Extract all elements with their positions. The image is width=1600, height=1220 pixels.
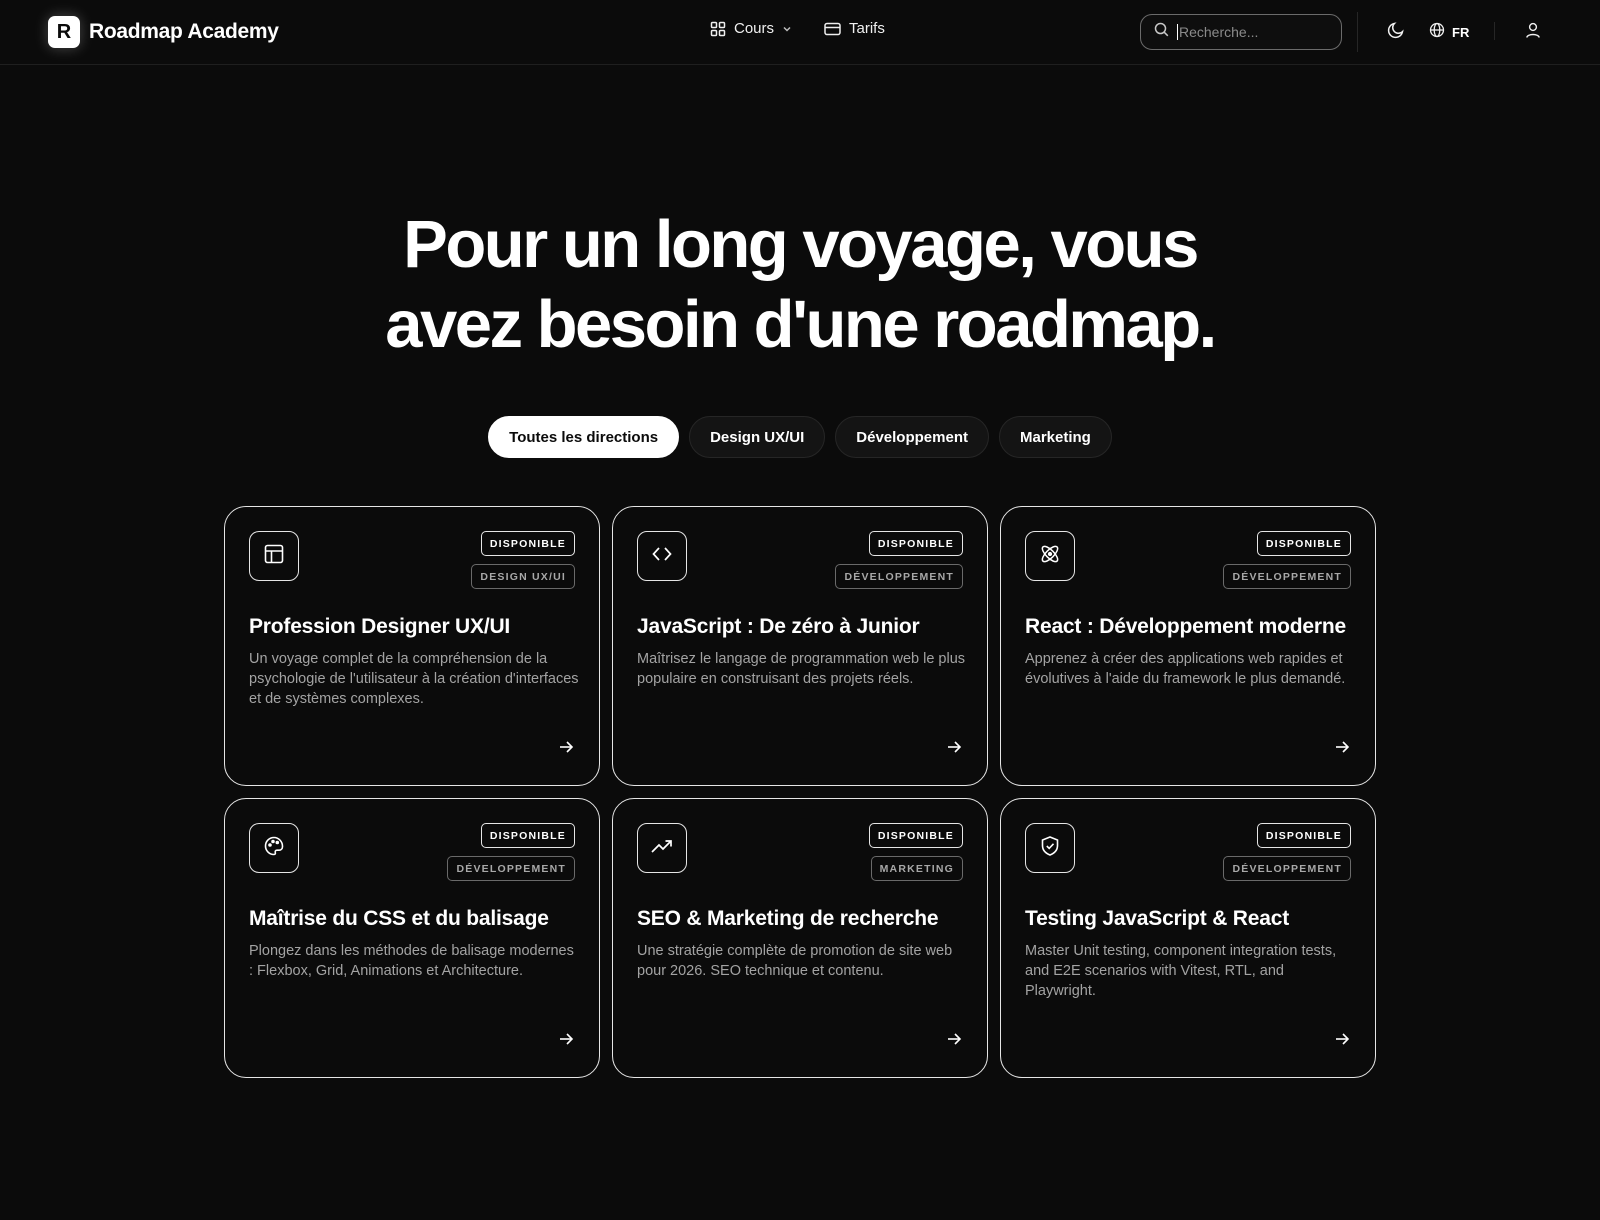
status-badge: DISPONIBLE bbox=[1256, 823, 1351, 848]
course-title: SEO & Marketing de recherche bbox=[637, 907, 939, 930]
course-description: Une stratégie complète de promotion de s… bbox=[637, 943, 953, 979]
hero-title: Pour un long voyage, vous avez besoin d'… bbox=[0, 205, 1600, 365]
course-badges: DISPONIBLE DÉVELOPPEMENT bbox=[1223, 823, 1351, 881]
hero-title-line-2: avez besoin d'une roadmap. bbox=[385, 287, 1217, 362]
top-header: R Roadmap Academy Cours Tarifs Recherche… bbox=[0, 0, 1600, 65]
credit-card-icon bbox=[824, 22, 841, 36]
category-badge: MARKETING bbox=[870, 856, 963, 881]
course-description: Apprenez à créer des applications web ra… bbox=[1025, 651, 1346, 687]
brand-name: Roadmap Academy bbox=[89, 20, 279, 43]
course-title: JavaScript : De zéro à Junior bbox=[637, 615, 920, 638]
code-icon bbox=[651, 543, 673, 570]
course-icon-box bbox=[1025, 823, 1075, 873]
language-label: FR bbox=[1452, 24, 1470, 40]
course-icon-box bbox=[249, 823, 299, 873]
arrow-right-icon[interactable] bbox=[557, 738, 575, 761]
course-title: Profession Designer UX/UI bbox=[249, 615, 511, 638]
header-divider-small bbox=[1494, 22, 1495, 40]
search-icon bbox=[1154, 22, 1169, 42]
direction-filters: Toutes les directions Design UX/UI Dével… bbox=[0, 416, 1600, 458]
layout-icon bbox=[263, 543, 285, 570]
shield-check-icon bbox=[1039, 835, 1061, 862]
course-badges: DISPONIBLE DÉVELOPPEMENT bbox=[1223, 531, 1351, 589]
course-badges: DISPONIBLE DÉVELOPPEMENT bbox=[835, 531, 963, 589]
header-divider bbox=[1357, 12, 1358, 52]
arrow-right-icon[interactable] bbox=[945, 738, 963, 761]
category-badge: DESIGN UX/UI bbox=[471, 564, 575, 589]
palette-icon bbox=[263, 835, 285, 862]
filter-marketing[interactable]: Marketing bbox=[998, 416, 1112, 458]
course-title: Maîtrise du CSS et du balisage bbox=[249, 907, 549, 930]
arrow-right-icon[interactable] bbox=[557, 1030, 575, 1053]
nav-courses-menu[interactable]: Cours bbox=[710, 20, 792, 37]
category-badge: DÉVELOPPEMENT bbox=[1223, 564, 1351, 589]
arrow-right-icon[interactable] bbox=[1333, 738, 1351, 761]
theme-toggle-button[interactable] bbox=[1384, 20, 1408, 44]
filter-design[interactable]: Design UX/UI bbox=[689, 416, 826, 458]
atom-icon bbox=[1038, 542, 1062, 571]
course-card[interactable]: DISPONIBLE DÉVELOPPEMENT Testing JavaScr… bbox=[1000, 798, 1376, 1078]
category-badge: DÉVELOPPEMENT bbox=[447, 856, 575, 881]
course-badges: DISPONIBLE DÉVELOPPEMENT bbox=[447, 823, 575, 881]
moon-icon bbox=[1387, 21, 1405, 44]
course-icon-box bbox=[1025, 531, 1075, 581]
status-badge: DISPONIBLE bbox=[1256, 531, 1351, 556]
hero-title-line-1: Pour un long voyage, vous bbox=[403, 207, 1199, 282]
course-card[interactable]: DISPONIBLE DÉVELOPPEMENT JavaScript : De… bbox=[612, 506, 988, 786]
chevron-down-icon bbox=[782, 24, 792, 34]
filter-all[interactable]: Toutes les directions bbox=[488, 416, 680, 458]
nav-pricing-label: Tarifs bbox=[849, 20, 885, 37]
course-description: Un voyage complet de la compréhension de… bbox=[249, 651, 579, 707]
course-icon-box bbox=[249, 531, 299, 581]
course-icon-box bbox=[637, 823, 687, 873]
language-switcher[interactable]: FR bbox=[1429, 20, 1469, 44]
search-box[interactable] bbox=[1140, 14, 1342, 50]
trending-up-icon bbox=[650, 835, 674, 862]
category-badge: DÉVELOPPEMENT bbox=[835, 564, 963, 589]
course-description: Master Unit testing, component integrati… bbox=[1025, 943, 1337, 999]
brand-logo: R bbox=[48, 16, 80, 48]
course-badges: DISPONIBLE MARKETING bbox=[868, 823, 963, 881]
course-icon-box bbox=[637, 531, 687, 581]
status-badge: DISPONIBLE bbox=[868, 823, 963, 848]
main-nav: Cours Tarifs bbox=[710, 20, 885, 37]
filter-development[interactable]: Développement bbox=[835, 416, 989, 458]
course-title: React : Développement moderne bbox=[1025, 615, 1346, 638]
arrow-right-icon[interactable] bbox=[945, 1030, 963, 1053]
course-badges: DISPONIBLE DESIGN UX/UI bbox=[471, 531, 575, 589]
globe-icon bbox=[1429, 22, 1445, 43]
brand-link[interactable]: R Roadmap Academy bbox=[48, 16, 279, 48]
category-badge: DÉVELOPPEMENT bbox=[1223, 856, 1351, 881]
course-card[interactable]: DISPONIBLE DESIGN UX/UI Profession Desig… bbox=[224, 506, 600, 786]
nav-pricing-link[interactable]: Tarifs bbox=[824, 20, 885, 37]
course-card[interactable]: DISPONIBLE DÉVELOPPEMENT Maîtrise du CSS… bbox=[224, 798, 600, 1078]
course-title: Testing JavaScript & React bbox=[1025, 907, 1290, 930]
course-card[interactable]: DISPONIBLE DÉVELOPPEMENT React : Dévelop… bbox=[1000, 506, 1376, 786]
grid-icon bbox=[710, 21, 726, 37]
arrow-right-icon[interactable] bbox=[1333, 1030, 1351, 1053]
user-icon bbox=[1524, 21, 1542, 44]
status-badge: DISPONIBLE bbox=[480, 823, 575, 848]
account-button[interactable] bbox=[1521, 20, 1545, 44]
nav-courses-label: Cours bbox=[734, 20, 775, 37]
status-badge: DISPONIBLE bbox=[868, 531, 963, 556]
search-input[interactable] bbox=[1177, 24, 1327, 40]
course-description: Plongez dans les méthodes de balisage mo… bbox=[249, 943, 574, 979]
status-badge: DISPONIBLE bbox=[480, 531, 575, 556]
course-card[interactable]: DISPONIBLE MARKETING SEO & Marketing de … bbox=[612, 798, 988, 1078]
course-description: Maîtrisez le langage de programmation we… bbox=[637, 651, 966, 687]
